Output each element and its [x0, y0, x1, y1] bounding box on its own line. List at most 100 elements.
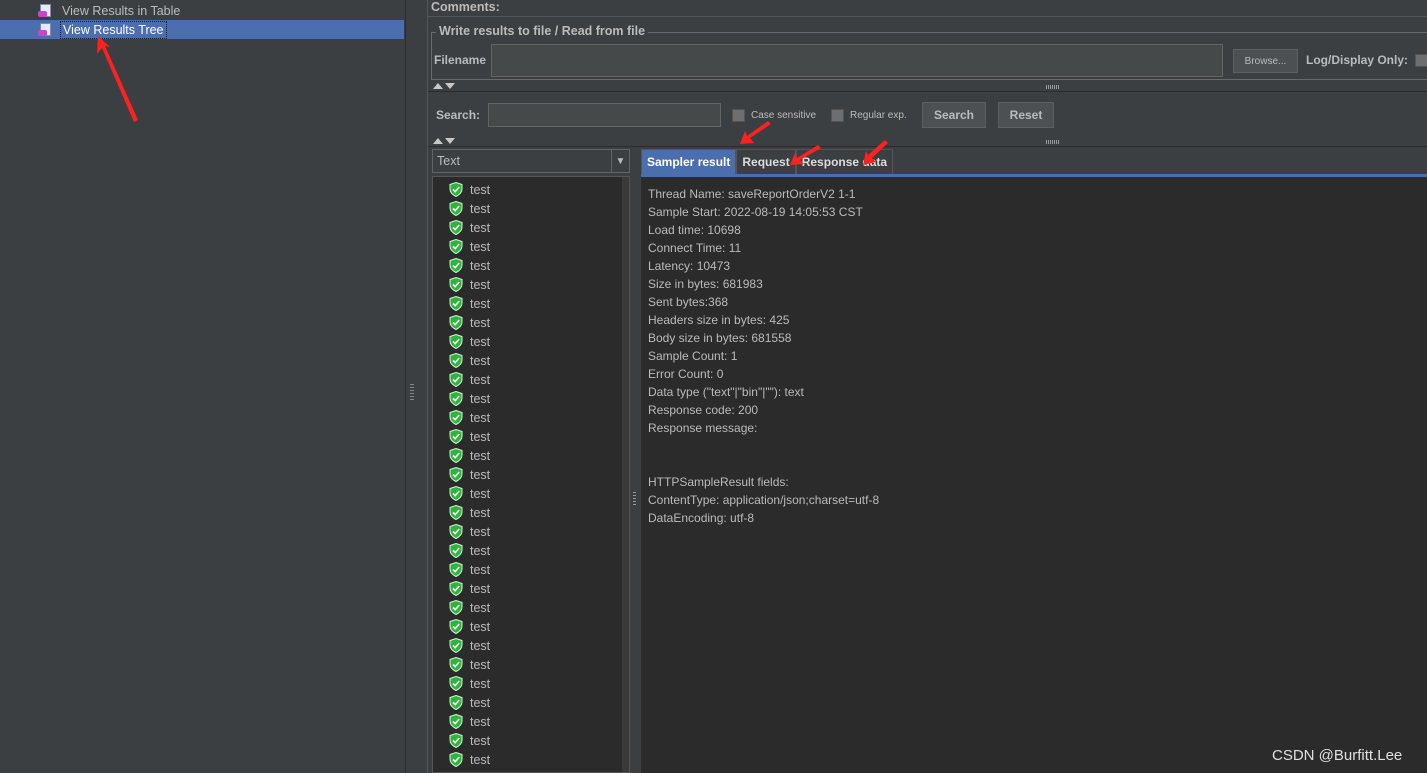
- list-item-label: test: [470, 277, 491, 292]
- renderer-select[interactable]: Text ▼: [432, 149, 630, 173]
- success-shield-icon: [449, 714, 463, 729]
- success-shield-icon: [449, 562, 463, 577]
- filename-input[interactable]: [491, 44, 1223, 77]
- tab-response-data[interactable]: Response data: [795, 149, 894, 174]
- log-display-only-checkbox[interactable]: [1415, 54, 1427, 67]
- list-item[interactable]: test: [449, 693, 490, 712]
- list-item[interactable]: test: [449, 484, 490, 503]
- list-item[interactable]: test: [449, 370, 490, 389]
- success-shield-icon: [449, 600, 463, 615]
- divider-grip[interactable]: [410, 384, 414, 400]
- comments-label: Comments:: [431, 0, 500, 14]
- list-item[interactable]: test: [449, 389, 490, 408]
- success-shield-icon: [449, 448, 463, 463]
- success-shield-icon: [449, 581, 463, 596]
- divider: [428, 91, 1427, 92]
- list-item-label: test: [470, 581, 491, 596]
- split-grip[interactable]: [1046, 85, 1060, 89]
- collapse-arrows[interactable]: [433, 83, 457, 90]
- divider: [428, 16, 1427, 17]
- success-shield-icon: [449, 638, 463, 653]
- list-item[interactable]: test: [449, 465, 490, 484]
- list-item[interactable]: test: [449, 313, 490, 332]
- list-item[interactable]: test: [449, 598, 490, 617]
- case-sensitive-checkbox[interactable]: [732, 109, 745, 122]
- list-item[interactable]: test: [449, 351, 490, 370]
- list-item[interactable]: test: [449, 446, 490, 465]
- search-button[interactable]: Search: [922, 102, 986, 128]
- results-list[interactable]: test test test test test test test test test test…: [432, 176, 630, 773]
- file-group: Write results to file / Read from file F…: [431, 24, 1427, 80]
- list-item[interactable]: test: [449, 180, 490, 199]
- search-input[interactable]: [488, 103, 721, 127]
- list-item-label: test: [470, 429, 491, 444]
- success-shield-icon: [449, 467, 463, 482]
- list-item[interactable]: test: [449, 541, 490, 560]
- success-shield-icon: [449, 752, 463, 767]
- list-item[interactable]: test: [449, 218, 490, 237]
- list-item-label: test: [470, 695, 491, 710]
- divider-grip[interactable]: [633, 492, 636, 506]
- list-item[interactable]: test: [449, 427, 490, 446]
- list-item[interactable]: test: [449, 636, 490, 655]
- split-pane-divider[interactable]: [630, 147, 640, 773]
- result-tabs: Sampler result Request Response data: [641, 149, 894, 174]
- list-item[interactable]: test: [449, 674, 490, 693]
- list-item-label: test: [470, 296, 491, 311]
- regular-exp-checkbox[interactable]: [831, 109, 844, 122]
- list-item[interactable]: test: [449, 237, 490, 256]
- list-item[interactable]: test: [449, 522, 490, 541]
- expand-up-icon[interactable]: [433, 138, 443, 144]
- list-item-label: test: [470, 239, 491, 254]
- view-results-tree-panel: Comments: Write results to file / Read f…: [427, 0, 1427, 773]
- list-item-label: test: [470, 201, 491, 216]
- split-pane-divider[interactable]: [405, 0, 427, 773]
- list-item[interactable]: test: [449, 617, 490, 636]
- result-line: Load time: 10698: [648, 223, 741, 237]
- list-item-label: test: [470, 505, 491, 520]
- reset-button[interactable]: Reset: [998, 102, 1054, 128]
- list-item-label: test: [470, 676, 491, 691]
- list-item[interactable]: test: [449, 579, 490, 598]
- sampler-result-text[interactable]: Thread Name: saveReportOrderV2 1-1 Sample…: [641, 177, 1427, 773]
- list-item-label: test: [470, 372, 491, 387]
- result-line: Error Count: 0: [648, 367, 724, 381]
- list-item[interactable]: test: [449, 275, 490, 294]
- collapse-down-icon[interactable]: [445, 138, 455, 144]
- scrollbar[interactable]: [622, 177, 629, 772]
- tab-request[interactable]: Request: [736, 149, 796, 174]
- result-line: Response code: 200: [648, 403, 759, 417]
- result-line: Headers size in bytes: 425: [648, 313, 790, 327]
- watermark: CSDN @Burfitt.Lee: [1272, 747, 1403, 764]
- tree-item-view-results-in-table[interactable]: View Results in Table: [38, 1, 182, 20]
- result-line: ContentType: application/json;charset=ut…: [648, 493, 880, 507]
- collapse-down-icon[interactable]: [445, 83, 455, 89]
- list-item[interactable]: test: [449, 199, 490, 218]
- expand-up-icon[interactable]: [433, 83, 443, 89]
- renderer-selected-value: Text: [437, 154, 460, 168]
- result-line: Sample Start: 2022-08-19 14:05:53 CST: [648, 205, 863, 219]
- list-item[interactable]: test: [449, 750, 490, 769]
- search-label: Search:: [436, 108, 481, 122]
- success-shield-icon: [449, 486, 463, 501]
- list-item[interactable]: test: [449, 408, 490, 427]
- list-item-label: test: [470, 391, 491, 406]
- chevron-down-icon[interactable]: ▼: [611, 150, 629, 172]
- list-item-label: test: [470, 619, 491, 634]
- tree-item-view-results-tree[interactable]: View Results Tree: [0, 20, 404, 39]
- list-item[interactable]: test: [449, 503, 490, 522]
- list-item[interactable]: test: [449, 294, 490, 313]
- browse-button[interactable]: Browse...: [1233, 49, 1298, 73]
- list-item[interactable]: test: [449, 731, 490, 750]
- divider: [428, 146, 1427, 147]
- tab-sampler-result[interactable]: Sampler result: [641, 149, 737, 174]
- file-group-title: Write results to file / Read from file: [436, 24, 649, 38]
- success-shield-icon: [449, 182, 463, 197]
- list-item[interactable]: test: [449, 332, 490, 351]
- split-grip[interactable]: [1046, 140, 1060, 144]
- list-item[interactable]: test: [449, 560, 490, 579]
- list-item[interactable]: test: [449, 256, 490, 275]
- collapse-arrows[interactable]: [433, 138, 457, 145]
- list-item[interactable]: test: [449, 655, 490, 674]
- list-item[interactable]: test: [449, 712, 490, 731]
